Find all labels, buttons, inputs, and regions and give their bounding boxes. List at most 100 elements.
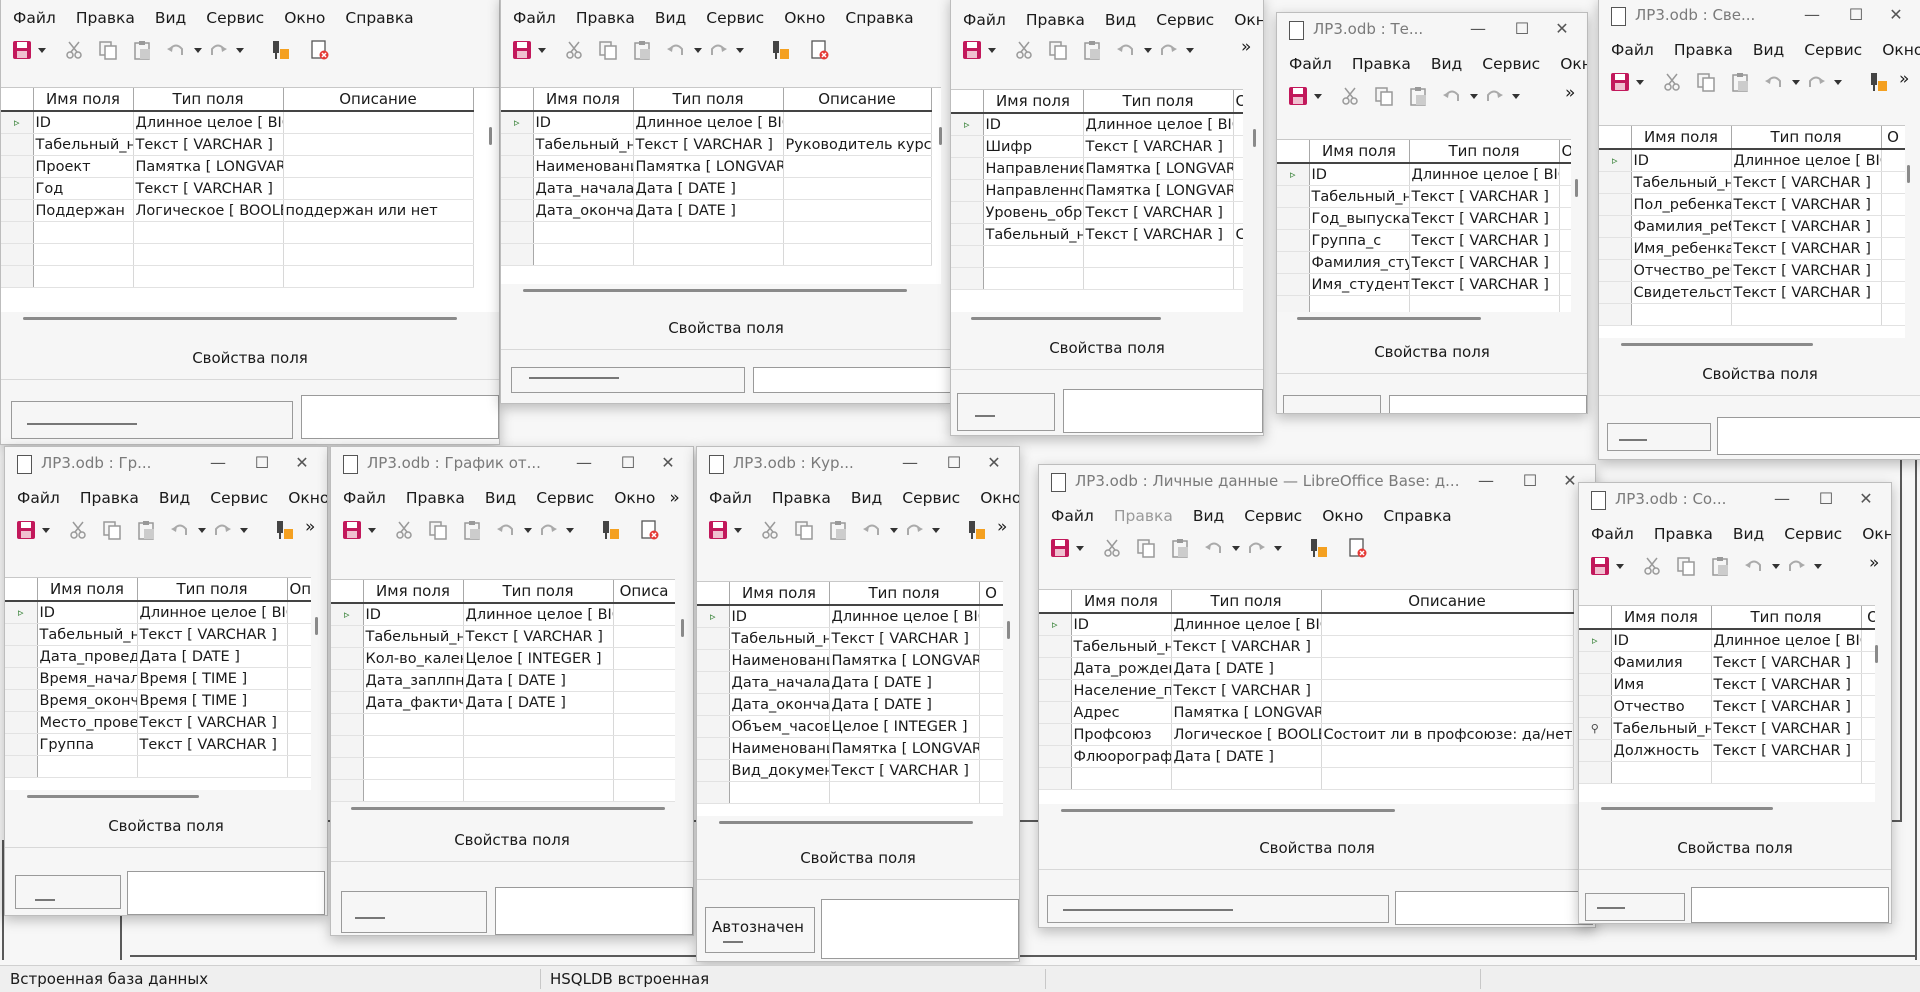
property-list[interactable] — [341, 891, 487, 933]
row-selector[interactable] — [1039, 635, 1072, 658]
row-selector[interactable] — [1277, 273, 1310, 296]
field-type-cell[interactable]: Длинное целое [ BIG — [1731, 149, 1882, 172]
field-name-cell[interactable]: ID — [363, 603, 464, 626]
key-icon[interactable] — [273, 519, 295, 541]
maximize-icon[interactable]: ☐ — [617, 452, 639, 474]
description-cell[interactable] — [1881, 259, 1905, 282]
table-row-empty[interactable] — [1, 243, 474, 266]
property-input[interactable] — [495, 887, 693, 935]
field-table[interactable]: Имя поля Тип поля Оп ▹ ID Длинное целое … — [5, 578, 311, 778]
horizontal-scrollbar[interactable] — [23, 317, 457, 320]
table-row[interactable]: Направление Памятка [ LONGVARC — [951, 157, 1243, 180]
copy-icon[interactable] — [1373, 85, 1395, 107]
table-row[interactable]: Шифр Текст [ VARCHAR ] — [951, 135, 1243, 158]
drop-icon[interactable] — [1267, 537, 1289, 559]
field-name-cell[interactable]: Табельный_нс — [533, 133, 634, 156]
menu-window[interactable]: Окно — [604, 485, 665, 511]
field-grid[interactable]: Имя поля Тип поля О ▹ ID Длинное целое [… — [697, 581, 1003, 816]
description-cell[interactable] — [1861, 629, 1875, 652]
drop-icon[interactable] — [531, 39, 553, 61]
menu-view[interactable]: Вид — [1723, 521, 1774, 547]
field-table[interactable]: Имя поля Тип поля Описа ▹ ID Длинное цел… — [331, 580, 675, 802]
field-name-cell[interactable]: ID — [1309, 163, 1410, 186]
row-selector[interactable] — [1599, 237, 1632, 260]
header-description[interactable]: О — [1881, 126, 1905, 150]
description-cell[interactable] — [1559, 251, 1571, 274]
field-table[interactable]: Имя поля Тип поля Опи ▹ ID Длинное целое… — [1277, 140, 1571, 312]
field-name-cell[interactable]: Дата_проведе — [37, 645, 138, 668]
table-row-empty[interactable] — [951, 245, 1243, 268]
field-name-cell[interactable]: Год_выпуска — [1309, 207, 1410, 230]
description-cell[interactable] — [1321, 745, 1574, 768]
redo-icon[interactable] — [707, 39, 729, 61]
table-row[interactable]: Проект Памятка [ LONGVARC — [1, 155, 474, 178]
table-row[interactable]: Отчество_реб Текст [ VARCHAR ] — [1599, 259, 1905, 282]
cut-icon[interactable] — [67, 519, 89, 541]
field-name-cell[interactable]: Уровень_обра — [983, 201, 1084, 224]
row-selector[interactable] — [1599, 193, 1632, 216]
row-selector[interactable] — [1, 177, 34, 200]
drop-icon[interactable] — [981, 39, 1003, 61]
table-row[interactable]: ▹ ID Длинное целое [ BIG — [331, 603, 675, 626]
save-icon[interactable] — [1049, 537, 1071, 559]
drop-icon[interactable] — [361, 519, 383, 541]
menu-view[interactable]: Вид — [145, 5, 196, 31]
description-cell[interactable] — [1233, 157, 1243, 180]
table-row[interactable]: Табельный_нс Текст [ VARCHAR ] — [5, 623, 311, 646]
field-type-cell[interactable]: Текст [ VARCHAR ] — [1711, 651, 1862, 674]
row-selector[interactable] — [331, 625, 364, 648]
field-name-cell[interactable]: Год — [33, 177, 134, 200]
field-type-cell[interactable]: Дата [ DATE ] — [463, 691, 614, 714]
save-icon[interactable] — [15, 519, 37, 541]
redo-icon[interactable] — [1785, 555, 1807, 577]
drop-icon[interactable] — [1179, 39, 1201, 61]
drop-icon[interactable] — [925, 519, 947, 541]
field-type-cell[interactable]: Текст [ VARCHAR ] — [1731, 171, 1882, 194]
property-list[interactable] — [1283, 395, 1381, 413]
copy-icon[interactable] — [1675, 555, 1697, 577]
header-description[interactable]: Описание — [283, 88, 474, 112]
table-row[interactable]: Табельный_нс Текст [ VARCHAR ] С — [951, 223, 1243, 246]
row-selector[interactable]: ▹ — [1277, 163, 1310, 186]
field-type-cell[interactable]: Длинное целое [ BIG — [829, 605, 980, 628]
table-row[interactable]: Фамилия Текст [ VARCHAR ] — [1579, 651, 1875, 674]
table-row[interactable]: Фамилия_студ Текст [ VARCHAR ] — [1277, 251, 1571, 274]
menu-tools[interactable]: Сервис — [200, 485, 278, 511]
menu-tools[interactable]: Сервис — [1146, 7, 1224, 33]
property-input[interactable] — [821, 899, 1019, 959]
row-selector[interactable] — [1039, 657, 1072, 680]
field-type-cell[interactable]: Текст [ VARCHAR ] — [133, 177, 284, 200]
header-description[interactable]: Описа — [613, 580, 675, 604]
drop-icon[interactable] — [1225, 537, 1247, 559]
row-selector[interactable] — [1039, 723, 1072, 746]
description-cell[interactable] — [1861, 717, 1875, 740]
table-design-window-w10[interactable]: ЛР3.odb : Со... — ☐ ✕ Файл Правка Вид Серви… — [1578, 482, 1892, 924]
menu-file[interactable]: Файл — [699, 485, 762, 511]
field-type-cell[interactable]: Дата [ DATE ] — [1171, 657, 1322, 680]
menu-file[interactable]: Файл — [1601, 37, 1664, 63]
drop-icon[interactable] — [1137, 39, 1159, 61]
description-cell[interactable] — [1321, 657, 1574, 680]
field-name-cell[interactable]: Дата_окончан — [533, 199, 634, 222]
field-type-cell[interactable]: Логическое [ BOOLEA — [133, 199, 284, 222]
field-name-cell[interactable]: Дата_фактиче — [363, 691, 464, 714]
table-row[interactable]: Табельный_нс Текст [ VARCHAR ] — [697, 627, 1003, 650]
undo-icon[interactable] — [169, 519, 191, 541]
row-selector[interactable]: ▹ — [501, 111, 534, 134]
field-name-cell[interactable]: Табельный_нс — [1611, 717, 1712, 740]
menu-file[interactable]: Файл — [7, 485, 70, 511]
field-name-cell[interactable]: Табельный_нс — [1071, 635, 1172, 658]
table-row[interactable]: Табельный_нс Текст [ VARCHAR ] — [1039, 635, 1574, 658]
menu-tools[interactable]: Сервис — [696, 5, 774, 31]
property-list[interactable] — [1607, 423, 1711, 451]
header-field-name[interactable]: Имя поля — [1071, 590, 1172, 614]
field-type-cell[interactable]: Текст [ VARCHAR ] — [1083, 201, 1234, 224]
description-cell[interactable] — [1861, 739, 1875, 762]
table-row[interactable]: Отчество Текст [ VARCHAR ] — [1579, 695, 1875, 718]
undo-icon[interactable] — [1441, 85, 1463, 107]
horizontal-scrollbar[interactable] — [351, 807, 665, 810]
field-grid[interactable]: Имя поля Тип поля Описание ▹ ID Длинное … — [1, 87, 499, 312]
description-cell[interactable] — [979, 605, 1003, 628]
row-selector[interactable] — [5, 623, 38, 646]
row-selector[interactable] — [697, 693, 730, 716]
